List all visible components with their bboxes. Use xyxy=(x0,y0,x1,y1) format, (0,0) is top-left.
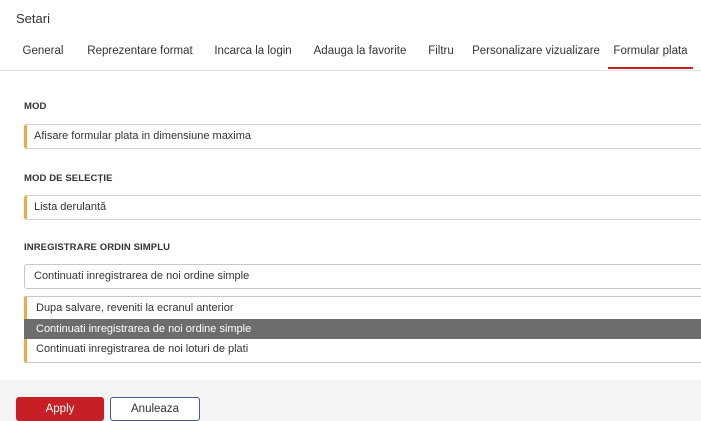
tab-general[interactable]: General xyxy=(16,36,70,69)
mod-selectie-label: MOD DE SELECȚIE xyxy=(24,173,113,184)
settings-panel: Setari General Reprezentare format Incar… xyxy=(0,0,701,380)
cancel-button[interactable]: Anuleaza xyxy=(110,397,200,421)
tab-filtru[interactable]: Filtru xyxy=(420,36,462,69)
tab-personalizare-vizualizare[interactable]: Personalizare vizualizare xyxy=(472,36,600,69)
tab-bar: General Reprezentare format Incarca la l… xyxy=(0,36,701,71)
inregistrare-ordin-label: INREGISTRARE ORDIN SIMPLU xyxy=(24,242,171,253)
tab-incarca-la-login[interactable]: Incarca la login xyxy=(206,36,300,69)
dropdown-option[interactable]: Dupa salvare, reveniti la ecranul anteri… xyxy=(27,298,701,318)
apply-button[interactable]: Apply xyxy=(16,397,104,421)
tab-reprezentare-format[interactable]: Reprezentare format xyxy=(84,36,196,69)
tab-adauga-la-favorite[interactable]: Adauga la favorite xyxy=(308,36,412,69)
inregistrare-ordin-select[interactable]: Continuati inregistrarea de noi ordine s… xyxy=(24,264,701,289)
dropdown-option-selected[interactable]: Continuati inregistrarea de noi ordine s… xyxy=(24,319,701,339)
page-title: Setari xyxy=(16,11,50,26)
mod-label: MOD xyxy=(24,101,47,112)
tab-formular-plata[interactable]: Formular plata xyxy=(608,36,693,69)
mod-select[interactable]: Afisare formular plata in dimensiune max… xyxy=(24,124,701,149)
dropdown-option[interactable]: Continuati inregistrarea de noi loturi d… xyxy=(27,339,701,359)
inregistrare-ordin-dropdown: Dupa salvare, reveniti la ecranul anteri… xyxy=(24,296,701,363)
mod-selectie-select[interactable]: Lista derulantă xyxy=(24,195,701,220)
